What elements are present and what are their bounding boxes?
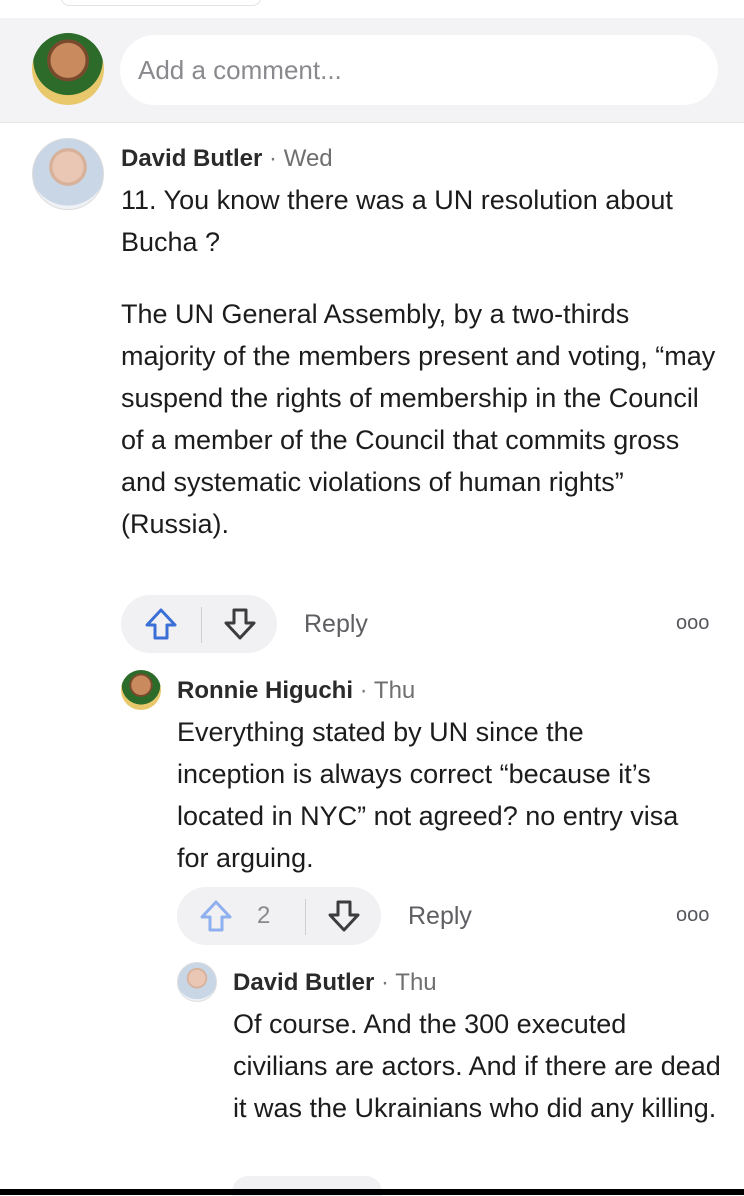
comment-body: Of course. And the 300 executed civilian… <box>233 1003 728 1129</box>
upvote-button[interactable] <box>191 887 241 945</box>
avatar <box>32 138 104 210</box>
meta-separator: · <box>269 145 278 172</box>
vote-divider <box>305 899 306 935</box>
upvote-count: 2 <box>257 902 271 929</box>
downvote-button[interactable] <box>202 595 277 653</box>
reply-button[interactable]: Reply <box>408 902 472 931</box>
comment-time: Thu <box>373 677 416 704</box>
previous-control[interactable] <box>60 0 262 6</box>
author-name[interactable]: David Butler <box>233 969 374 996</box>
comment-paragraph: The UN General Assembly, by a two-thirds… <box>121 299 716 539</box>
comment-paragraph: Everything stated by UN since the incept… <box>177 717 679 873</box>
comment-meta: David Butler · Thu <box>233 969 437 997</box>
comment-paragraph: 11. You know there was a UN resolution a… <box>121 185 673 257</box>
reply-button[interactable]: Reply <box>304 610 368 639</box>
arrow-down-outline-icon <box>224 608 255 640</box>
avatar <box>121 670 161 710</box>
more-dots-icon[interactable]: ooo <box>676 612 709 635</box>
comment-time: Wed <box>283 145 333 172</box>
comment-body: 11. You know there was a UN resolution a… <box>121 179 721 545</box>
add-comment-input[interactable] <box>120 35 718 105</box>
comment-meta: David Butler · Wed <box>121 145 333 173</box>
comment-paragraph: Of course. And the 300 executed civilian… <box>233 1009 721 1123</box>
arrow-up-outline-icon <box>145 608 177 640</box>
meta-separator: · <box>359 677 368 704</box>
downvote-button[interactable] <box>307 887 381 945</box>
vote-control: 2 <box>177 887 381 945</box>
author-name[interactable]: David Butler <box>121 145 262 172</box>
current-user-avatar <box>32 33 104 105</box>
arrow-up-outline-icon <box>200 900 232 932</box>
arrow-down-outline-icon <box>328 900 360 932</box>
comment-meta: Ronnie Higuchi · Thu <box>177 677 415 705</box>
meta-separator: · <box>381 969 390 996</box>
comment-body: Everything stated by UN since the incept… <box>177 711 697 879</box>
top-strip <box>0 0 744 18</box>
more-dots-icon[interactable]: ooo <box>676 904 709 927</box>
author-name[interactable]: Ronnie Higuchi <box>177 677 353 704</box>
avatar <box>177 962 217 1002</box>
comment-composer <box>0 18 744 123</box>
bottom-edge <box>0 1189 744 1195</box>
vote-control <box>121 595 277 653</box>
comment-time: Thu <box>395 969 437 996</box>
upvote-button[interactable] <box>121 595 201 653</box>
